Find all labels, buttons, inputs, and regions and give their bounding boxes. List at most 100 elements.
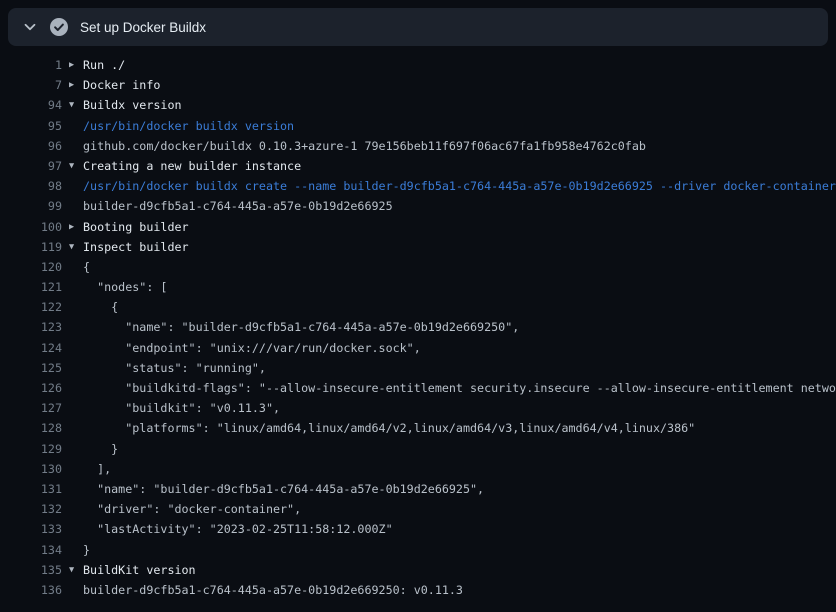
log-line: 125 "status": "running",: [0, 358, 836, 378]
log-line[interactable]: 7 ▶Docker info: [0, 75, 836, 95]
line-number[interactable]: 135: [0, 560, 62, 580]
group-label: BuildKit version: [83, 560, 196, 580]
output-text: builder-d9cfb5a1-c764-445a-a57e-0b19d2e6…: [83, 580, 463, 600]
log-line: 134}: [0, 540, 836, 560]
group-label: Booting builder: [83, 217, 189, 237]
log-line: 121 "nodes": [: [0, 277, 836, 297]
triangle-right-icon[interactable]: ▶: [69, 55, 82, 75]
log-line[interactable]: 100 ▶Booting builder: [0, 217, 836, 237]
log-line: 123 "name": "builder-d9cfb5a1-c764-445a-…: [0, 317, 836, 337]
workflow-log-panel: Set up Docker Buildx 1▶Run ./7▶Docker in…: [0, 8, 836, 600]
line-number[interactable]: 124: [0, 338, 62, 358]
log-line: 126 "buildkitd-flags": "--allow-insecure…: [0, 378, 836, 398]
line-number[interactable]: 129: [0, 439, 62, 459]
marker-spacer: [69, 338, 82, 358]
triangle-right-icon[interactable]: ▶: [69, 217, 82, 237]
line-number[interactable]: 133: [0, 519, 62, 539]
line-number[interactable]: 125: [0, 358, 62, 378]
log-line: 131 "name": "builder-d9cfb5a1-c764-445a-…: [0, 479, 836, 499]
step-header[interactable]: Set up Docker Buildx: [8, 8, 828, 46]
line-number[interactable]: 134: [0, 540, 62, 560]
line-number[interactable]: 131: [0, 479, 62, 499]
line-number[interactable]: 100: [0, 217, 62, 237]
group-label: Creating a new builder instance: [83, 156, 301, 176]
group-label: Inspect builder: [83, 237, 189, 257]
output-text: {: [83, 297, 118, 317]
triangle-right-icon[interactable]: ▶: [69, 75, 82, 95]
group-label: Docker info: [83, 75, 160, 95]
command-text: /usr/bin/docker buildx create --name bui…: [83, 176, 836, 196]
log-line: 124 "endpoint": "unix:///var/run/docker.…: [0, 338, 836, 358]
log-line[interactable]: 97 ▼Creating a new builder instance: [0, 156, 836, 176]
line-number[interactable]: 120: [0, 257, 62, 277]
marker-spacer: [69, 418, 82, 438]
log-line: 98/usr/bin/docker buildx create --name b…: [0, 176, 836, 196]
log-line[interactable]: 94▼Buildx version: [0, 95, 836, 115]
line-number[interactable]: 1: [0, 55, 62, 75]
group-label: Run ./: [83, 55, 125, 75]
line-number[interactable]: 119: [0, 237, 62, 257]
output-text: ],: [83, 459, 111, 479]
log-line: 127 "buildkit": "v0.11.3",: [0, 398, 836, 418]
marker-spacer: [69, 317, 82, 337]
line-number[interactable]: 99: [0, 196, 62, 216]
marker-spacer: [69, 257, 82, 277]
output-text: "buildkit": "v0.11.3",: [83, 398, 280, 418]
log-line: 99 builder-d9cfb5a1-c764-445a-a57e-0b19d2…: [0, 196, 836, 216]
log-line[interactable]: 135 ▼BuildKit version: [0, 560, 836, 580]
marker-spacer: [69, 519, 82, 539]
log-line: 122 {: [0, 297, 836, 317]
line-number[interactable]: 96: [0, 136, 62, 156]
triangle-down-icon[interactable]: ▼: [69, 95, 82, 115]
output-text: "name": "builder-d9cfb5a1-c764-445a-a57e…: [83, 317, 519, 337]
marker-spacer: [69, 116, 82, 136]
marker-spacer: [69, 580, 82, 600]
log-line[interactable]: 119 ▼Inspect builder: [0, 237, 836, 257]
output-text: "platforms": "linux/amd64,linux/amd64/v2…: [83, 418, 695, 438]
line-number[interactable]: 122: [0, 297, 62, 317]
marker-spacer: [69, 479, 82, 499]
marker-spacer: [69, 540, 82, 560]
log-line: 128 "platforms": "linux/amd64,linux/amd6…: [0, 418, 836, 438]
output-text: github.com/docker/buildx 0.10.3+azure-1 …: [83, 136, 646, 156]
line-number[interactable]: 130: [0, 459, 62, 479]
step-title: Set up Docker Buildx: [80, 20, 206, 35]
line-number[interactable]: 98: [0, 176, 62, 196]
line-number[interactable]: 97: [0, 156, 62, 176]
line-number[interactable]: 95: [0, 116, 62, 136]
line-number[interactable]: 94: [0, 95, 62, 115]
triangle-down-icon[interactable]: ▼: [69, 560, 82, 580]
marker-spacer: [69, 277, 82, 297]
output-text: "status": "running",: [83, 358, 266, 378]
marker-spacer: [69, 398, 82, 418]
output-text: }: [83, 540, 90, 560]
output-text: builder-d9cfb5a1-c764-445a-a57e-0b19d2e6…: [83, 196, 393, 216]
log-line: 129 }: [0, 439, 836, 459]
line-number[interactable]: 132: [0, 499, 62, 519]
marker-spacer: [69, 459, 82, 479]
chevron-down-icon[interactable]: [22, 19, 38, 35]
output-text: "buildkitd-flags": "--allow-insecure-ent…: [83, 378, 836, 398]
triangle-down-icon[interactable]: ▼: [69, 156, 82, 176]
line-number[interactable]: 126: [0, 378, 62, 398]
line-number[interactable]: 127: [0, 398, 62, 418]
line-number[interactable]: 128: [0, 418, 62, 438]
line-number[interactable]: 7: [0, 75, 62, 95]
marker-spacer: [69, 439, 82, 459]
command-text: /usr/bin/docker buildx version: [83, 116, 294, 136]
line-number[interactable]: 123: [0, 317, 62, 337]
log-line[interactable]: 1 ▶Run ./: [0, 55, 836, 75]
marker-spacer: [69, 297, 82, 317]
output-text: }: [83, 439, 118, 459]
log-line: 136 builder-d9cfb5a1-c764-445a-a57e-0b19d…: [0, 580, 836, 600]
line-number[interactable]: 136: [0, 580, 62, 600]
triangle-down-icon[interactable]: ▼: [69, 237, 82, 257]
log-line: 133 "lastActivity": "2023-02-25T11:58:12…: [0, 519, 836, 539]
marker-spacer: [69, 499, 82, 519]
output-text: "endpoint": "unix:///var/run/docker.sock…: [83, 338, 421, 358]
marker-spacer: [69, 176, 82, 196]
log-line: 120{: [0, 257, 836, 277]
marker-spacer: [69, 378, 82, 398]
line-number[interactable]: 121: [0, 277, 62, 297]
check-circle-icon: [50, 18, 68, 36]
